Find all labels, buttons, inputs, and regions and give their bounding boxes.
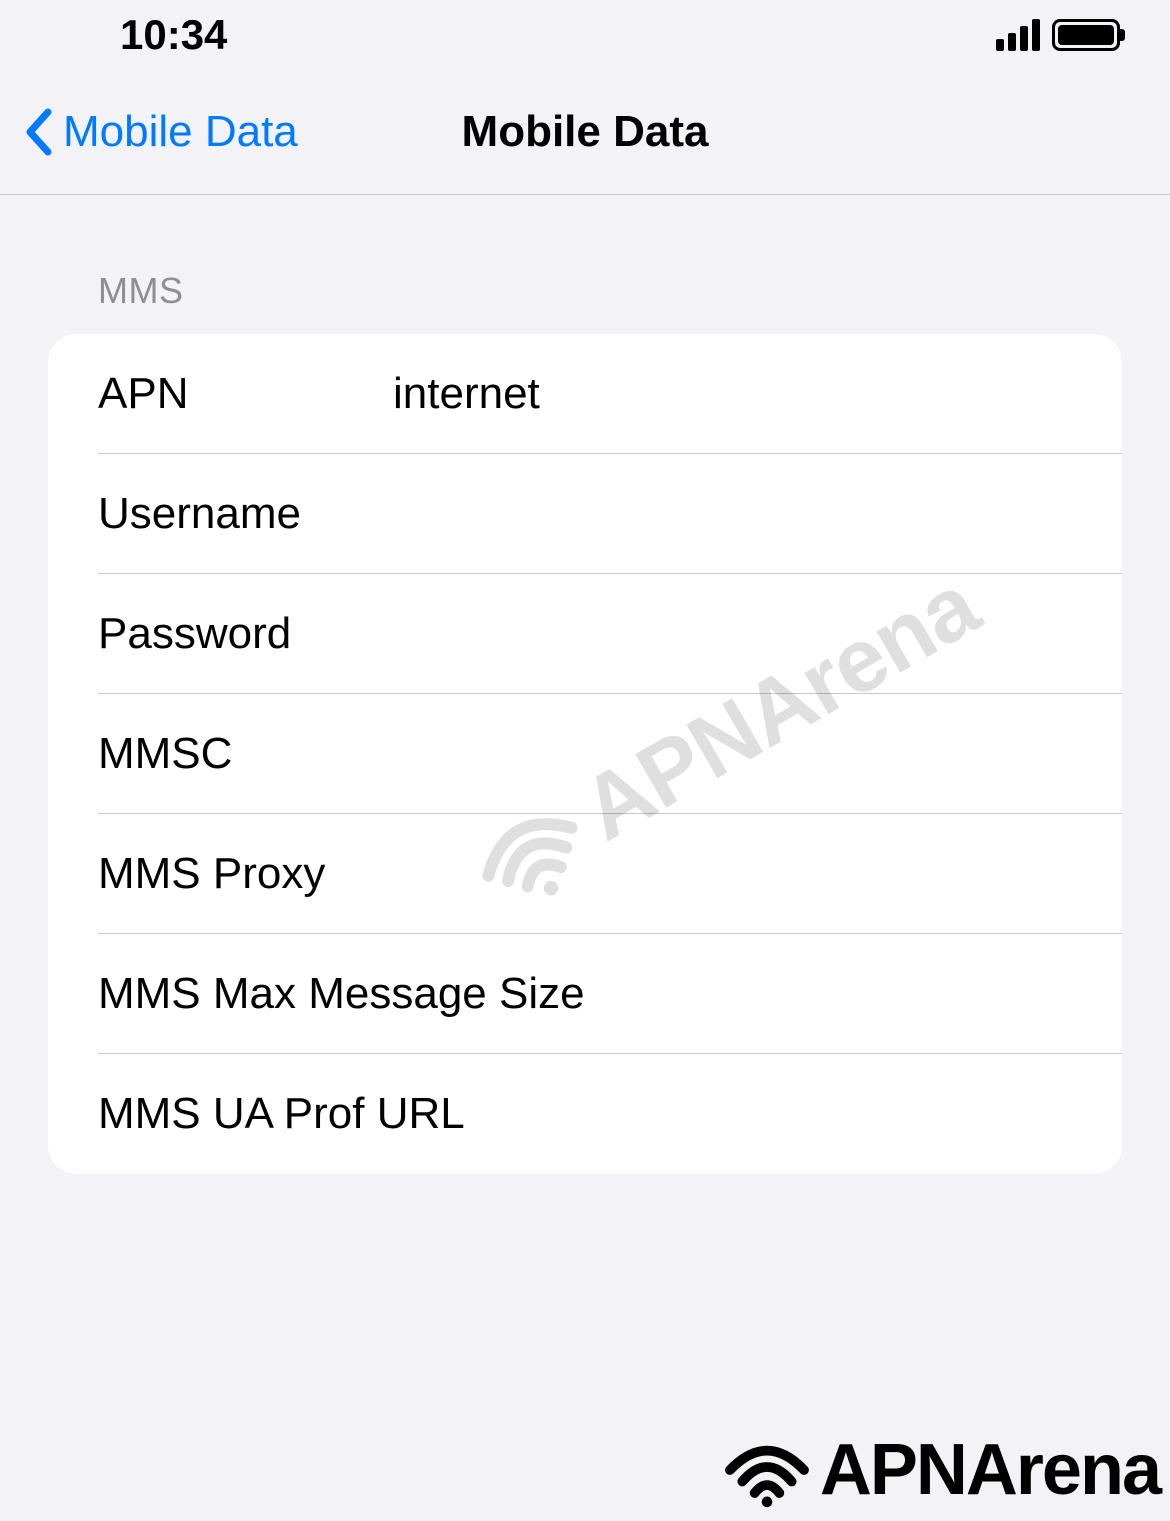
row-username[interactable]: Username <box>48 454 1122 574</box>
content-area: MMS APN Username Password MMSC MMS Proxy… <box>0 195 1170 1174</box>
label-password: Password <box>98 609 393 659</box>
row-mms-proxy[interactable]: MMS Proxy <box>48 814 1122 934</box>
wifi-icon <box>722 1433 812 1508</box>
label-username: Username <box>98 489 393 539</box>
navigation-bar: Mobile Data Mobile Data <box>0 70 1170 195</box>
chevron-left-icon <box>25 108 53 156</box>
section-header-mms: MMS <box>48 270 1122 312</box>
label-apn: APN <box>98 369 393 419</box>
cellular-signal-icon <box>996 19 1040 51</box>
label-mms-proxy: MMS Proxy <box>98 849 393 899</box>
input-apn[interactable] <box>393 369 1122 419</box>
back-label: Mobile Data <box>63 107 298 157</box>
row-mmsc[interactable]: MMSC <box>48 694 1122 814</box>
input-username[interactable] <box>393 489 1122 539</box>
label-mms-max-size: MMS Max Message Size <box>98 969 585 1019</box>
watermark-text-bottom: APNArena <box>820 1429 1160 1511</box>
label-mmsc: MMSC <box>98 729 393 779</box>
status-bar: 10:34 <box>0 0 1170 70</box>
row-password[interactable]: Password <box>48 574 1122 694</box>
row-mms-ua-prof[interactable]: MMS UA Prof URL <box>48 1054 1122 1174</box>
back-button[interactable]: Mobile Data <box>0 107 298 157</box>
row-apn[interactable]: APN <box>48 334 1122 454</box>
settings-group-mms: APN Username Password MMSC MMS Proxy MMS… <box>48 334 1122 1174</box>
status-time: 10:34 <box>120 11 227 59</box>
row-mms-max-size[interactable]: MMS Max Message Size <box>48 934 1122 1054</box>
label-mms-ua-prof: MMS UA Prof URL <box>98 1089 465 1139</box>
battery-icon <box>1052 19 1120 51</box>
input-password[interactable] <box>393 609 1122 659</box>
watermark-bottom: APNArena <box>722 1429 1160 1511</box>
input-mmsc[interactable] <box>393 729 1122 779</box>
status-indicators <box>996 19 1120 51</box>
page-title: Mobile Data <box>462 107 709 157</box>
input-mms-proxy[interactable] <box>393 849 1122 899</box>
